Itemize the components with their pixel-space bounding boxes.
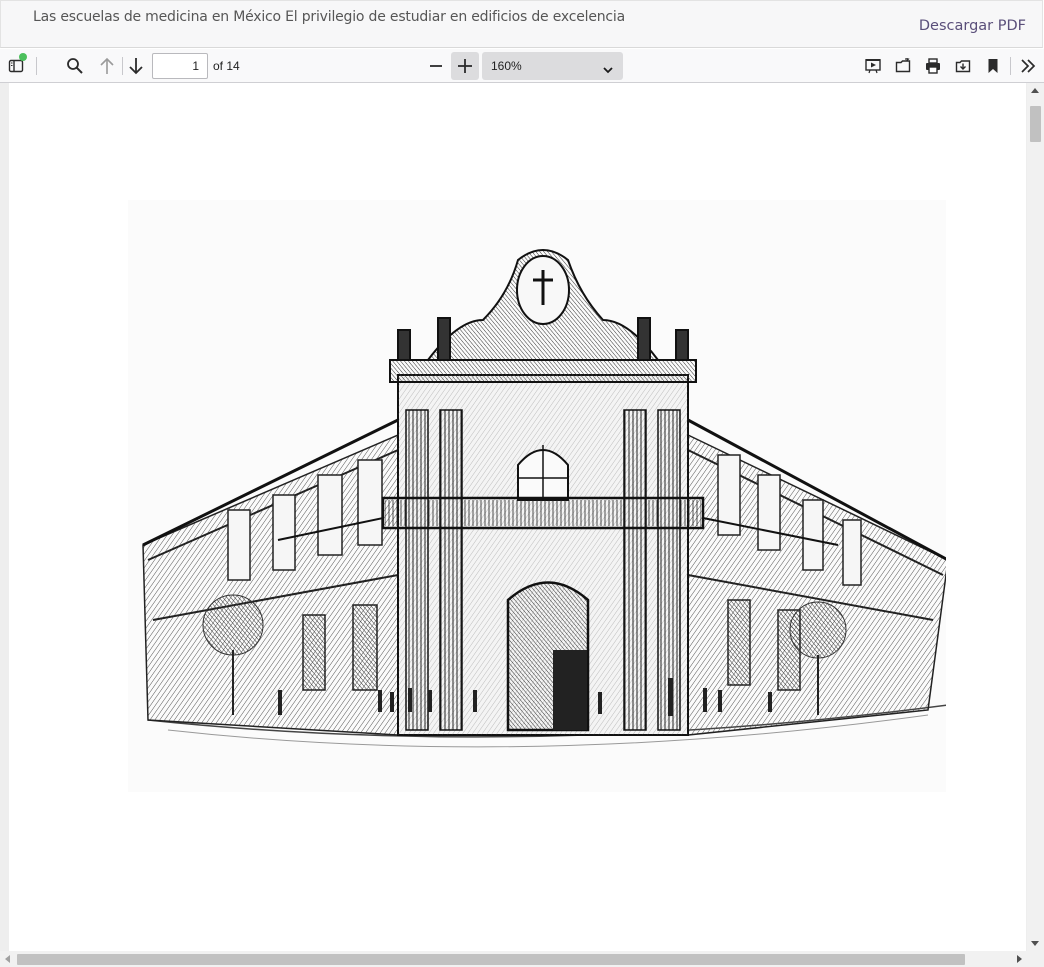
arrow-down-icon bbox=[128, 57, 144, 75]
download-pdf-link[interactable]: Descargar PDF bbox=[919, 18, 1026, 34]
bookmark-button[interactable] bbox=[979, 52, 1007, 80]
status-dot bbox=[19, 53, 27, 61]
open-file-icon bbox=[895, 58, 911, 74]
double-chevron-right-icon bbox=[1020, 58, 1036, 74]
presentation-mode-icon bbox=[865, 58, 881, 74]
scroll-up-arrow-icon[interactable] bbox=[1031, 88, 1039, 93]
print-button[interactable] bbox=[919, 52, 947, 80]
building-illustration bbox=[128, 200, 949, 792]
download-button[interactable] bbox=[949, 52, 977, 80]
scroll-left-arrow-icon[interactable] bbox=[5, 955, 10, 963]
search-icon bbox=[66, 57, 84, 75]
building-sketch-image bbox=[142, 249, 949, 748]
viewer-toolbar: of 14 160% bbox=[0, 49, 1044, 83]
previous-page-button[interactable] bbox=[93, 52, 121, 80]
horizontal-scrollbar[interactable] bbox=[0, 951, 1027, 967]
scroll-right-arrow-icon[interactable] bbox=[1017, 955, 1022, 963]
pdf-viewer-app: Las escuelas de medicina en México El pr… bbox=[0, 0, 1044, 967]
chevron-down-icon bbox=[603, 61, 613, 79]
download-icon bbox=[955, 58, 971, 74]
next-page-button[interactable] bbox=[122, 52, 150, 80]
scroll-down-arrow-icon[interactable] bbox=[1031, 941, 1039, 946]
pdf-page bbox=[9, 83, 1026, 951]
document-viewer[interactable] bbox=[0, 83, 1044, 967]
toolbar-divider bbox=[1010, 57, 1011, 75]
plus-icon bbox=[457, 58, 473, 74]
document-title: Las escuelas de medicina en México El pr… bbox=[33, 9, 625, 25]
zoom-select[interactable]: 160% bbox=[482, 52, 623, 80]
print-icon bbox=[925, 58, 941, 74]
page-count-label: of 14 bbox=[213, 59, 240, 73]
vertical-scroll-thumb[interactable] bbox=[1030, 106, 1041, 142]
zoom-out-button[interactable] bbox=[422, 52, 450, 80]
page-number-input[interactable] bbox=[152, 53, 208, 79]
presentation-mode-button[interactable] bbox=[859, 52, 887, 80]
document-header: Las escuelas de medicina en México El pr… bbox=[0, 0, 1043, 48]
open-file-button[interactable] bbox=[889, 52, 917, 80]
minus-icon bbox=[428, 58, 444, 74]
scrollbar-corner bbox=[1027, 951, 1044, 967]
bookmark-icon bbox=[986, 58, 1000, 74]
zoom-in-button[interactable] bbox=[451, 52, 479, 80]
arrow-up-icon bbox=[99, 57, 115, 75]
find-button[interactable] bbox=[61, 52, 89, 80]
horizontal-scroll-thumb[interactable] bbox=[17, 954, 965, 965]
toolbar-divider bbox=[36, 57, 37, 75]
vertical-scrollbar[interactable] bbox=[1027, 83, 1044, 951]
zoom-value: 160% bbox=[491, 59, 522, 73]
tools-button[interactable] bbox=[1014, 52, 1042, 80]
